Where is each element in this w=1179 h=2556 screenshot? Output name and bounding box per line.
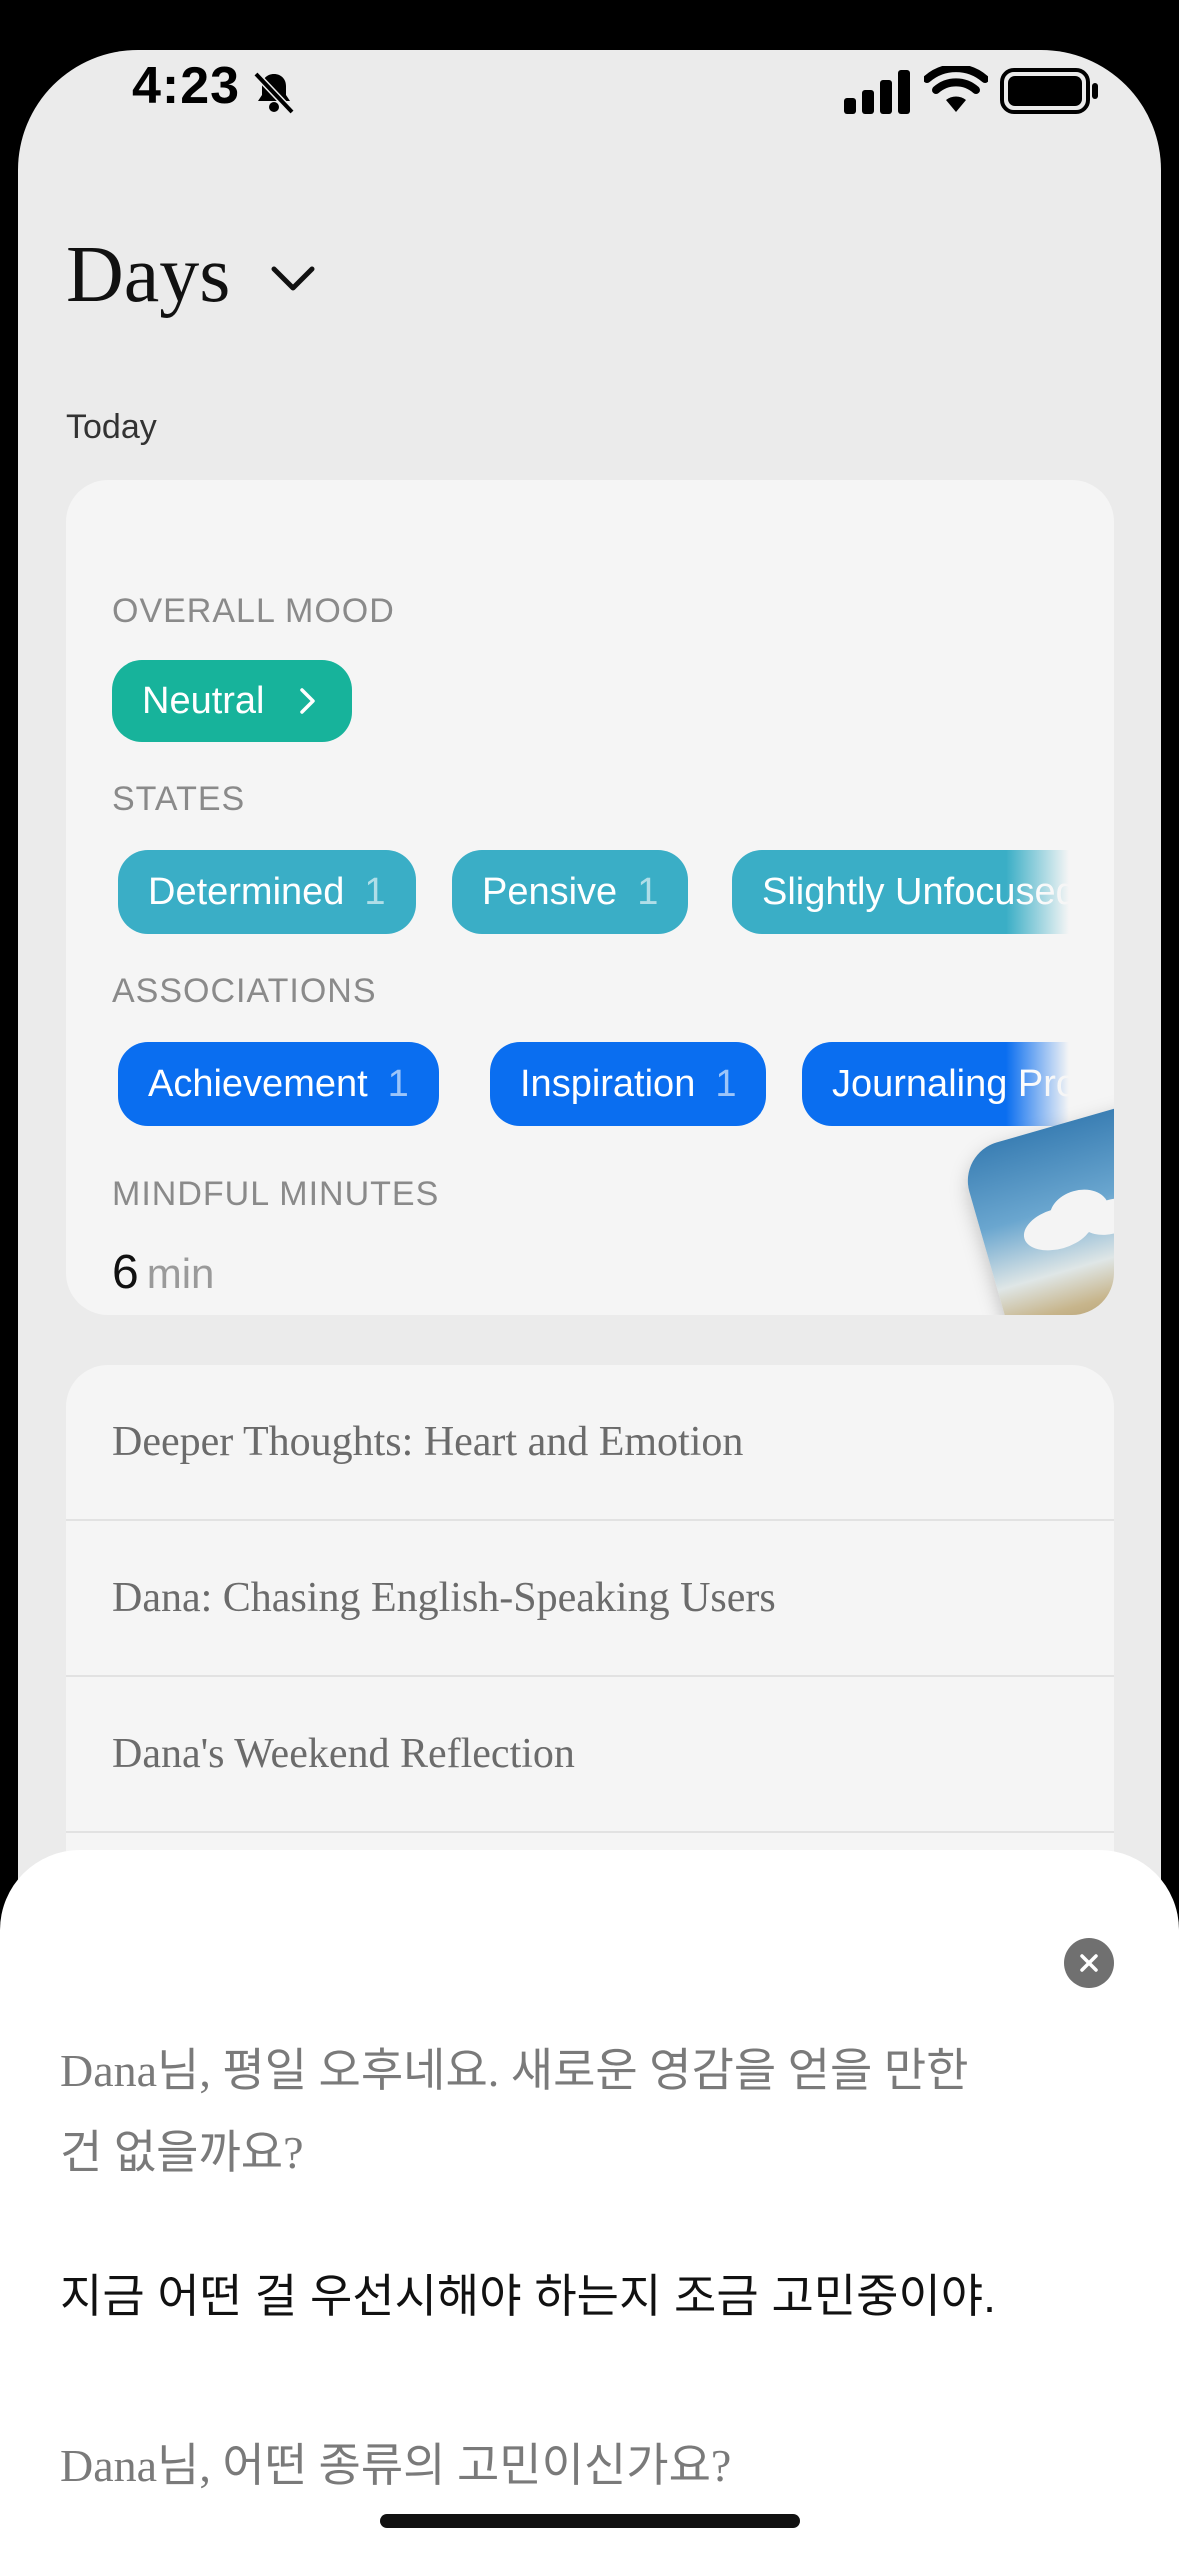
mindful-number: 6	[112, 1246, 139, 1299]
state-pill[interactable]: Pensive 1	[452, 850, 689, 934]
associations-row: Achievement 1 Inspiration 1 Journaling P…	[66, 1036, 1076, 1136]
association-label: Achievement	[148, 1062, 368, 1105]
association-count: 1	[715, 1062, 737, 1105]
chevron-down-icon[interactable]	[266, 251, 320, 305]
assistant-message-line: 건 없을까요?	[60, 2127, 304, 2178]
page-header[interactable]: Days	[66, 230, 320, 321]
page-title: Days	[66, 231, 231, 319]
assistant-message: Dana님, 평일 오후네요. 새로운 영감을 얻을 만한 건 없을까요?	[60, 2030, 1060, 2194]
close-button[interactable]	[1064, 1938, 1114, 1988]
mood-label: Neutral	[142, 679, 265, 722]
association-pill[interactable]: Achievement 1	[118, 1042, 439, 1126]
state-label: Pensive	[482, 870, 618, 913]
associations-label: ASSOCIATIONS	[112, 972, 377, 1010]
status-time: 4:23	[132, 57, 241, 115]
daily-summary-card: OVERALL MOOD Neutral STATES Determined 1…	[66, 480, 1114, 1315]
chat-sheet: Dana님, 평일 오후네요. 새로운 영감을 얻을 만한 건 없을까요? 지금…	[0, 1850, 1179, 2556]
bell-slash-icon	[253, 71, 295, 115]
list-item[interactable]: Dana's Weekend Reflection	[66, 1677, 1114, 1833]
state-count: 1	[364, 870, 386, 913]
state-count: 1	[637, 870, 659, 913]
overall-mood-label: OVERALL MOOD	[112, 592, 395, 630]
user-message: 지금 어떤 걸 우선시해야 하는지 조금 고민중이야.	[60, 2270, 996, 2322]
states-row: Determined 1 Pensive 1 Slightly Unfocuse…	[66, 844, 1076, 944]
mindful-minutes-value: 6 min	[112, 1245, 214, 1300]
mindful-unit: min	[146, 1250, 215, 1297]
close-icon	[1080, 1954, 1098, 1972]
home-indicator[interactable]	[380, 2514, 800, 2528]
mood-pill[interactable]: Neutral	[112, 660, 352, 742]
assistant-message-line: Dana님, 평일 오후네요. 새로운 영감을 얻을 만한	[60, 2045, 969, 2096]
association-label: Inspiration	[520, 1062, 696, 1105]
battery-icon	[1000, 68, 1098, 114]
chevron-right-icon	[300, 688, 315, 714]
assistant-message: Dana님, 어떤 종류의 고민이신가요?	[60, 2440, 732, 2491]
status-bar: 4:23	[18, 50, 1161, 170]
state-pill[interactable]: Determined 1	[118, 850, 416, 934]
list-item[interactable]: Dana: Chasing English-Speaking Users	[66, 1521, 1114, 1677]
state-label: Determined	[148, 870, 345, 913]
states-label: STATES	[112, 780, 246, 818]
section-today-label: Today	[66, 408, 157, 446]
list-item[interactable]: Deeper Thoughts: Heart and Emotion	[66, 1365, 1114, 1521]
mindful-minutes-label: MINDFUL MINUTES	[112, 1175, 440, 1213]
scroll-fade	[1006, 844, 1076, 944]
association-pill[interactable]: Inspiration 1	[490, 1042, 767, 1126]
scroll-fade	[1006, 1036, 1076, 1136]
wifi-icon	[924, 66, 988, 112]
association-count: 1	[387, 1062, 409, 1105]
cellular-signal-icon	[844, 70, 910, 114]
